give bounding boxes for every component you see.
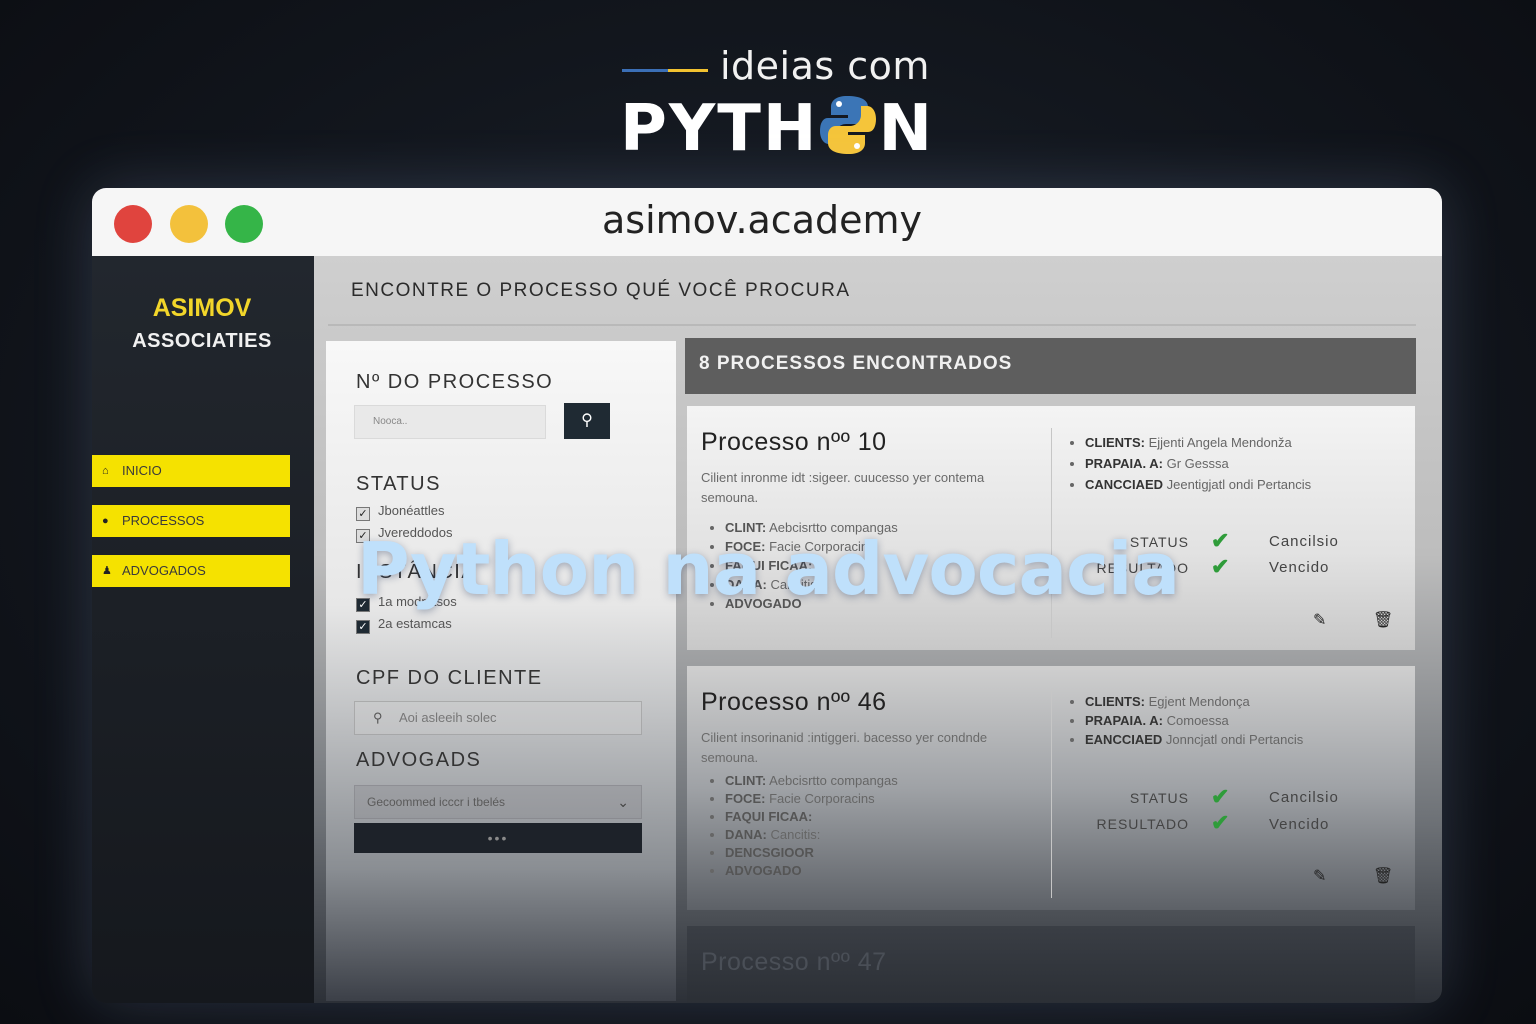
- list-item: EANCCIAED Jonncjatl ondi Pertancis: [1085, 730, 1303, 749]
- edit-icon[interactable]: ✎: [1313, 866, 1326, 886]
- status-label: STATUS: [1129, 790, 1189, 806]
- list-item: FAQUI FICAA:: [725, 808, 898, 826]
- client-info-list: CLIENTS: Ejjenti Angela Mendonža PRAPAIA…: [1071, 432, 1311, 495]
- client-info-list: CLIENTS: Egjent Mendonça PRAPAIA. A: Com…: [1071, 692, 1303, 749]
- list-item: DENCSGIOOR: [725, 844, 898, 862]
- list-item: PRAPAIA. A: Comoessa: [1085, 711, 1303, 730]
- results-count-header: 8 PROCESSOS ENCONTRADOS: [685, 338, 1416, 394]
- python-logo-icon: [820, 94, 877, 156]
- list-item: CLIENTS: Egjent Mendonça: [1085, 692, 1303, 711]
- list-item: CLIENTS: Ejjenti Angela Mendonža: [1085, 432, 1311, 453]
- list-item: CANCCIAED Jeentigjatl ondi Pertancis: [1085, 474, 1311, 495]
- cpf-input[interactable]: ⚲ Aoi asleeih solec: [354, 701, 642, 735]
- list-item: FOCE: Facie Corporacins: [725, 790, 898, 808]
- sidebar: ASIMOV ASSOCIATIES ⌂ INICIO ● PROCESSOS …: [92, 256, 314, 1003]
- brand-tagline: ideias com: [720, 44, 930, 88]
- chevron-down-icon: ⌄: [617, 794, 629, 810]
- list-item: PRAPAIA. A: Gr Gesssa: [1085, 453, 1311, 474]
- delete-icon[interactable]: 🗑: [1373, 610, 1393, 630]
- page-title: ENCONTRE O PROCESSO QUÉ VOCÊ PROCURA: [351, 280, 851, 301]
- sidebar-item-inicio[interactable]: ⌂ INICIO: [92, 455, 290, 487]
- edit-icon[interactable]: ✎: [1313, 610, 1326, 630]
- search-icon: ⚲: [373, 710, 383, 725]
- process-card[interactable]: Processo nºº 46 Cilient insorinanid :int…: [687, 666, 1415, 910]
- sidebar-logo-subtitle: ASSOCIATIES: [132, 330, 272, 352]
- result-label: RESULTADO: [1096, 816, 1189, 832]
- advogados-label: ADVOGADS: [356, 749, 482, 771]
- status-option-label: Jbonéattles: [378, 503, 445, 518]
- process-number-label: Nº DO PROCESSO: [356, 371, 554, 393]
- address-bar-url[interactable]: asimov.academy: [92, 198, 1432, 242]
- divider: [328, 324, 1416, 326]
- brand-line-blue: [622, 69, 668, 72]
- instancia-checkbox[interactable]: ✓ 2a estamcas: [356, 616, 452, 634]
- browser-titlebar: asimov.academy: [92, 188, 1442, 256]
- list-item: CLINT: Aebcisrtto compangas: [725, 772, 898, 790]
- cpf-placeholder: Aoi asleeih solec: [399, 710, 497, 725]
- advogados-select[interactable]: Gecoommed icccr i tbelés ⌄: [354, 785, 642, 819]
- result-value: Vencido: [1269, 816, 1330, 833]
- check-icon: ✔: [1211, 784, 1230, 809]
- filter-submit-button[interactable]: •••: [354, 823, 642, 853]
- status-checkbox[interactable]: ✓ Jbonéattles: [356, 503, 445, 521]
- status-label: STATUS: [356, 473, 441, 495]
- process-title: Processo nºº 46: [701, 688, 887, 716]
- process-number-input[interactable]: Nooca..: [354, 405, 546, 439]
- circle-icon: ●: [102, 515, 109, 527]
- search-icon: ⚲: [581, 412, 593, 429]
- list-item: ADVOGADO: [725, 862, 898, 880]
- delete-icon[interactable]: 🗑: [1373, 866, 1393, 886]
- card-divider: [1051, 688, 1052, 898]
- cpf-label: CPF DO CLIENTE: [356, 667, 543, 689]
- overlay-title: Python na advocacia: [356, 527, 1180, 611]
- check-icon: ✔: [1211, 810, 1230, 835]
- brand-logo: PYTH N: [620, 92, 934, 166]
- sidebar-logo-title: ASIMOV: [152, 294, 252, 322]
- sidebar-item-label: PROCESSOS: [122, 513, 205, 528]
- search-button[interactable]: ⚲: [564, 403, 610, 439]
- main-content: ENCONTRE O PROCESSO QUÉ VOCÊ PROCURA Nº …: [314, 256, 1442, 1003]
- list-item: DANA: Cancitis:: [725, 826, 898, 844]
- checkbox-icon: ✓: [356, 507, 370, 521]
- brand-line-yellow: [668, 69, 708, 72]
- checkbox-icon: ✓: [356, 620, 370, 634]
- brand-logo-text-left: PYTH: [620, 92, 819, 166]
- process-card[interactable]: Processo nºº 47: [687, 926, 1415, 1003]
- home-icon: ⌂: [102, 465, 109, 477]
- process-details-list: CLINT: Aebcisrtto compangas FOCE: Facie …: [709, 772, 898, 880]
- advogados-select-value: Gecoommed icccr i tbelés: [367, 795, 506, 809]
- filter-panel: Nº DO PROCESSO Nooca.. ⚲ STATUS ✓ Jbonéat…: [326, 341, 676, 1001]
- process-description: Cilient inronme idt :sigeer. cuucesso ye…: [701, 470, 985, 505]
- sidebar-item-label: INICIO: [122, 463, 162, 478]
- brand-logo-text-right: N: [878, 92, 935, 166]
- status-value: Cancilsio: [1269, 789, 1339, 806]
- process-title: Processo nºº 10: [701, 428, 887, 456]
- process-title: Processo nºº 47: [701, 948, 887, 976]
- instancia-option-label: 2a estamcas: [378, 616, 452, 631]
- process-description: Cilient insorinanid :intiggeri. bacesso …: [701, 730, 988, 765]
